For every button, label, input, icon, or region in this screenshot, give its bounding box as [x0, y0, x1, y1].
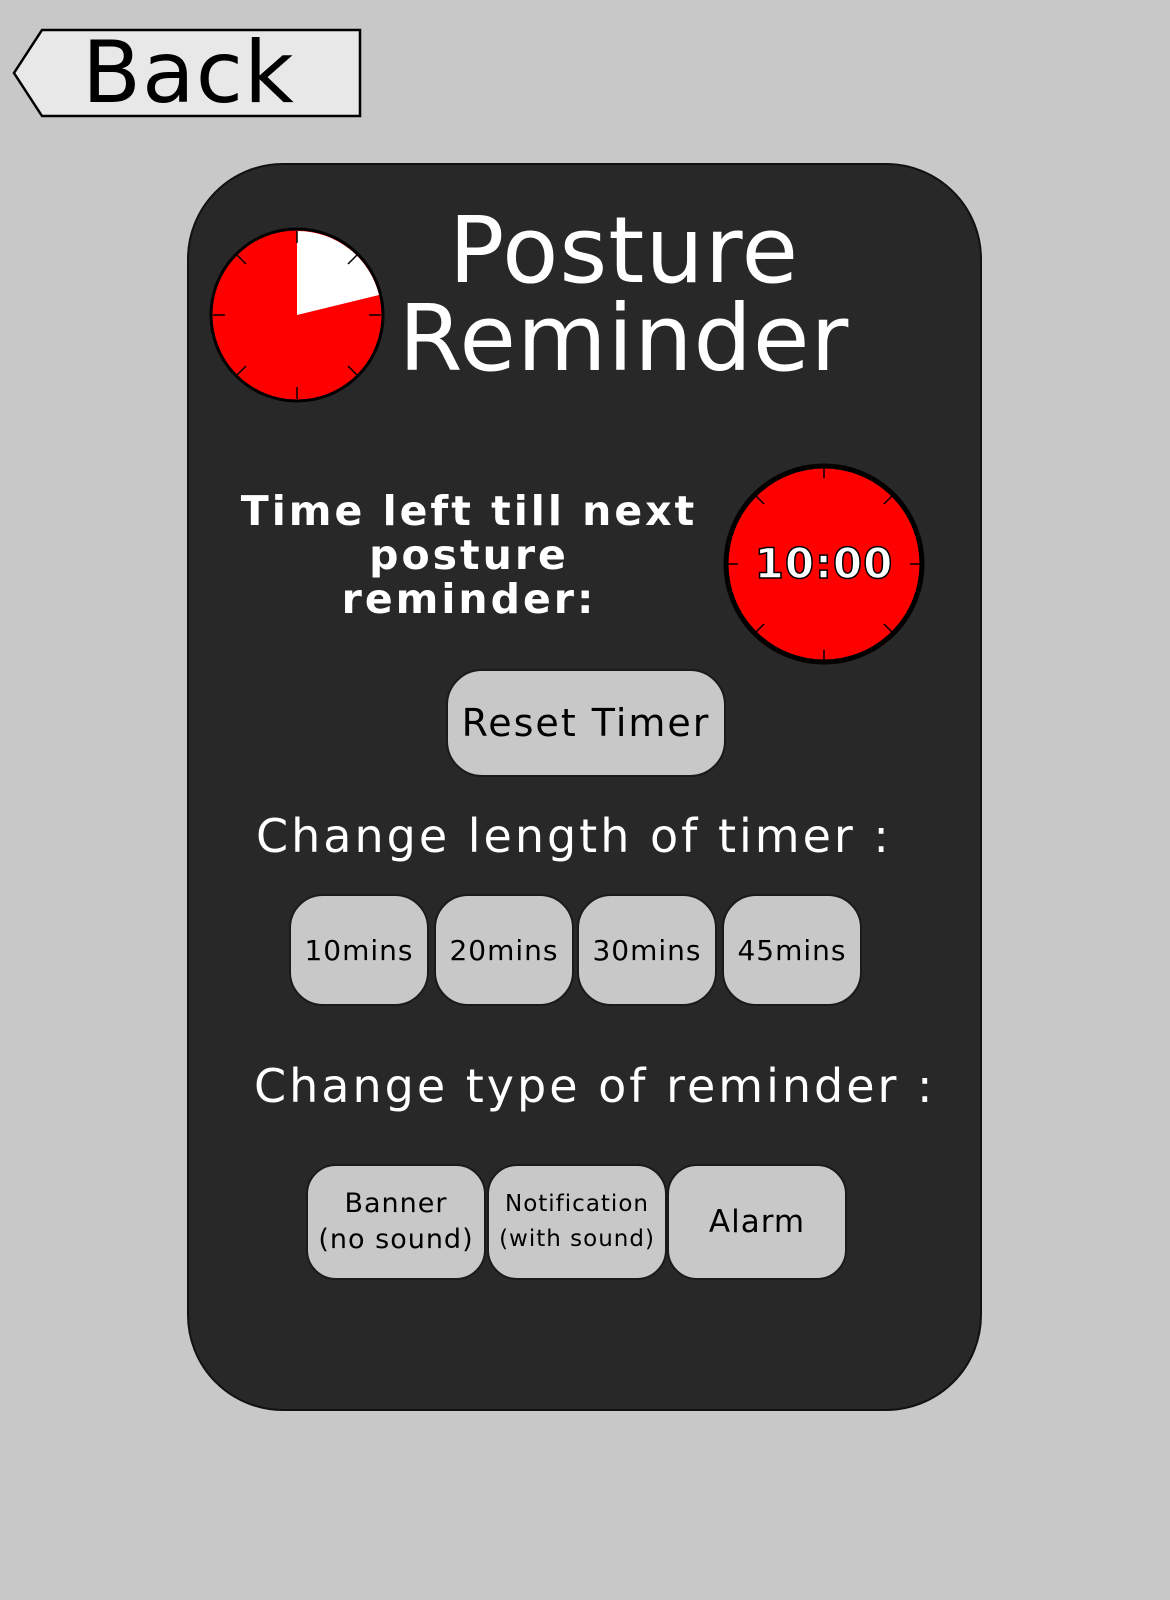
timer-length-label: Change length of timer : — [256, 809, 892, 863]
reminder-banner-button[interactable]: Banner (no sound) — [306, 1164, 486, 1280]
timer-option-10mins[interactable]: 10mins — [289, 894, 429, 1006]
page-title: Posture Reminder — [389, 197, 859, 392]
time-left-line-2: posture reminder: — [341, 531, 597, 623]
time-left-line-1: Time left till next — [240, 487, 698, 535]
notification-line-1: Notification — [505, 1191, 649, 1217]
title-line-2: Reminder — [398, 285, 850, 392]
title-line-1: Posture — [448, 197, 800, 304]
notification-line-2: (with sound) — [499, 1226, 655, 1252]
reminder-type-label: Change type of reminder : — [254, 1059, 936, 1113]
back-button[interactable]: Back — [12, 28, 362, 118]
time-left-label: Time left till next posture reminder: — [234, 489, 704, 621]
banner-line-1: Banner — [344, 1188, 448, 1219]
timer-option-20mins[interactable]: 20mins — [434, 894, 574, 1006]
timer-option-30mins[interactable]: 30mins — [577, 894, 717, 1006]
back-label: Back — [82, 23, 295, 123]
reminder-notification-button[interactable]: Notification (with sound) — [487, 1164, 667, 1280]
countdown-value: 10:00 — [754, 538, 894, 589]
alarm-label: Alarm — [708, 1204, 806, 1240]
reminder-alarm-button[interactable]: Alarm — [667, 1164, 847, 1280]
reset-timer-button[interactable]: Reset Timer — [446, 669, 726, 777]
timer-option-45mins[interactable]: 45mins — [722, 894, 862, 1006]
banner-line-2: (no sound) — [318, 1224, 474, 1255]
posture-reminder-panel: Posture Reminder Time left till next pos… — [187, 163, 982, 1411]
posture-clock-icon — [209, 227, 385, 403]
